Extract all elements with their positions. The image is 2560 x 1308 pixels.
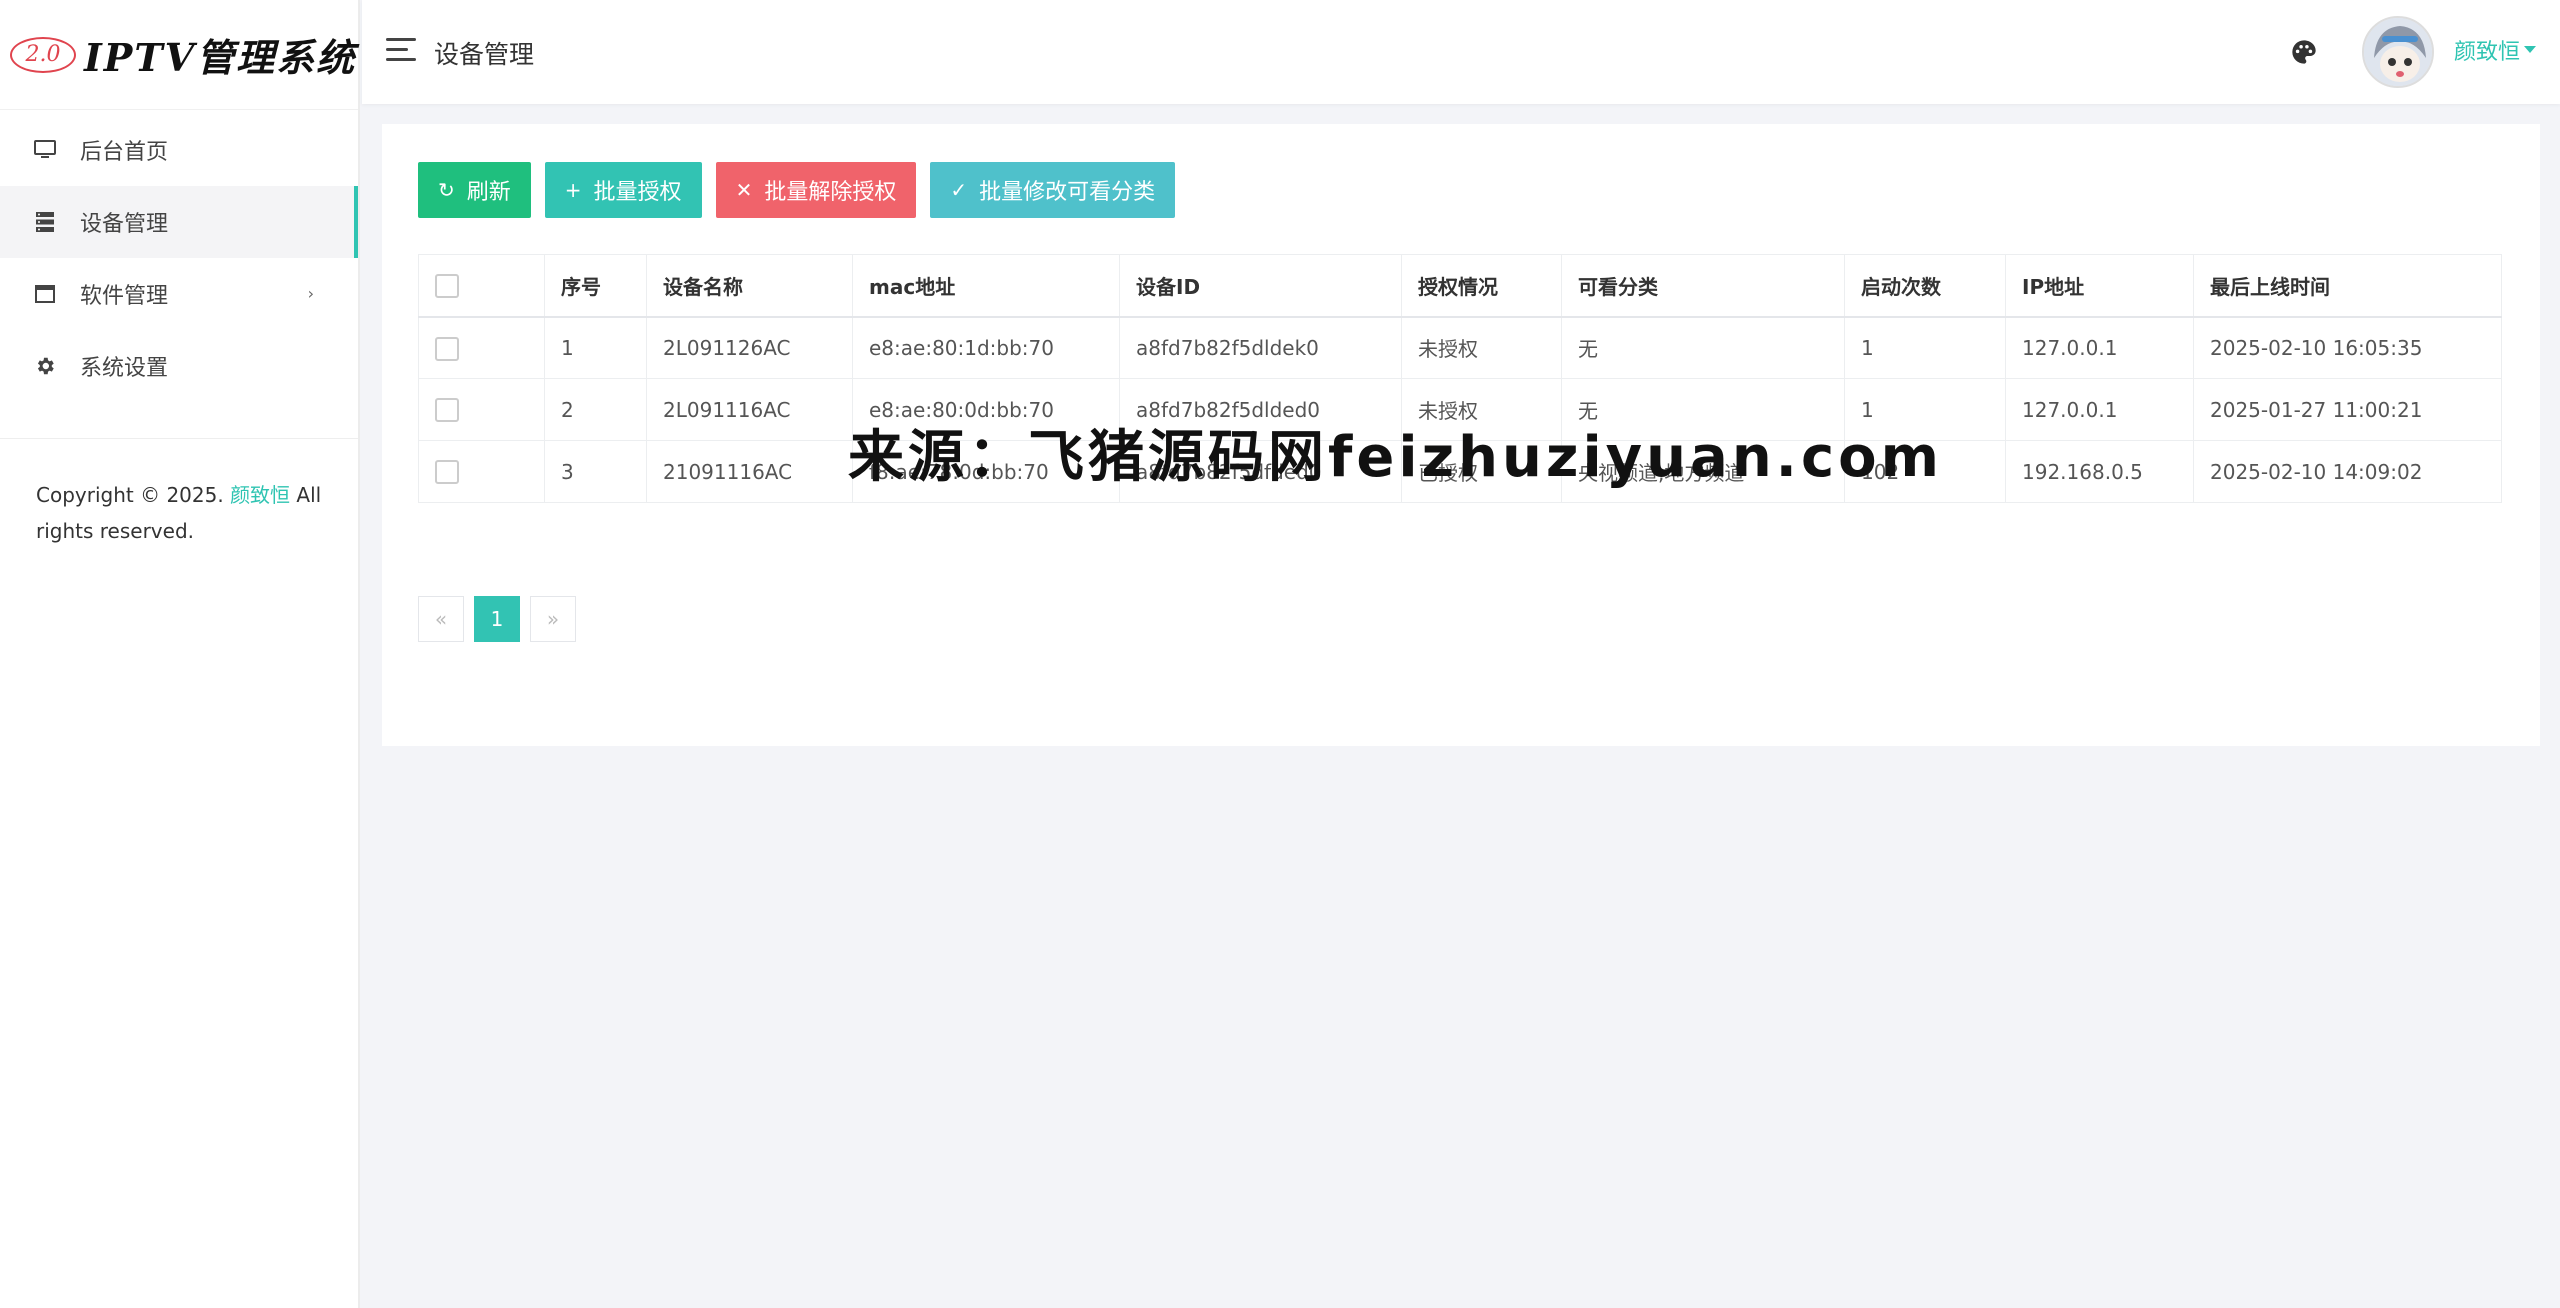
pagination: « 1 » bbox=[418, 596, 586, 642]
prev-page-button[interactable]: « bbox=[418, 596, 464, 642]
toolbar: ↻ 刷新 + 批量授权 ✕ 批量解除授权 ✓ 批量修改可看分类 bbox=[418, 162, 1189, 218]
col-last-online[interactable]: 最后上线时间 bbox=[2193, 254, 2502, 318]
row-checkbox[interactable] bbox=[435, 460, 459, 485]
cell-index: 2 bbox=[544, 378, 647, 441]
caret-down-icon[interactable] bbox=[2524, 46, 2536, 53]
check-icon: ✓ bbox=[950, 178, 968, 202]
logo[interactable]: 2.0 IPTV管理系统 bbox=[0, 0, 358, 110]
sidebar: 2.0 IPTV管理系统 后台首页 设备管理 软件管理 › 系统设置 Copyr… bbox=[0, 0, 360, 1308]
select-all-cell bbox=[418, 254, 545, 318]
col-device-id[interactable]: 设备ID bbox=[1119, 254, 1402, 318]
sidebar-item-label: 软件管理 bbox=[80, 284, 169, 309]
sidebar-item-settings[interactable]: 系统设置 bbox=[0, 330, 358, 402]
watermark: 来源：飞猪源码网feizhuziyuan.com bbox=[848, 425, 1943, 490]
col-ip[interactable]: IP地址 bbox=[2005, 254, 2194, 318]
avatar[interactable] bbox=[2362, 16, 2434, 88]
username-dropdown[interactable]: 颜致恒 bbox=[2454, 34, 2520, 66]
col-index[interactable]: 序号 bbox=[544, 254, 647, 318]
cell-last-online: 2025-01-27 11:00:21 bbox=[2193, 378, 2502, 441]
col-device-name[interactable]: 设备名称 bbox=[646, 254, 853, 318]
cell-device-id: a8fd7b82f5dldek0 bbox=[1119, 316, 1402, 379]
batch-revoke-button[interactable]: ✕ 批量解除授权 bbox=[715, 162, 917, 218]
cell-category: 无 bbox=[1561, 316, 1845, 379]
page-title: 设备管理 bbox=[434, 40, 535, 69]
cell-mac: e8:ae:80:1d:bb:70 bbox=[852, 316, 1120, 379]
row-checkbox[interactable] bbox=[435, 336, 459, 361]
cell-ip: 127.0.0.1 bbox=[2005, 316, 2194, 379]
batch-authorize-button[interactable]: + 批量授权 bbox=[544, 162, 702, 218]
plus-icon: + bbox=[564, 178, 582, 202]
select-all-checkbox[interactable] bbox=[435, 274, 459, 298]
batch-edit-category-button[interactable]: ✓ 批量修改可看分类 bbox=[930, 162, 1176, 218]
version-badge: 2.0 bbox=[10, 36, 76, 73]
copyright-author-link[interactable]: 颜致恒 bbox=[230, 483, 290, 507]
col-mac[interactable]: mac地址 bbox=[852, 254, 1120, 318]
cell-device-name: 2L091116AC bbox=[646, 378, 853, 441]
cell-ip: 127.0.0.1 bbox=[2005, 378, 2194, 441]
cell-last-online: 2025-02-10 16:05:35 bbox=[2193, 316, 2502, 379]
sidebar-item-devices[interactable]: 设备管理 bbox=[0, 186, 358, 258]
refresh-icon: ↻ bbox=[438, 178, 455, 202]
sidebar-item-software[interactable]: 软件管理 › bbox=[0, 258, 358, 330]
monitor-icon bbox=[34, 139, 56, 161]
cell-index: 3 bbox=[544, 440, 647, 503]
cell-last-online: 2025-02-10 14:09:02 bbox=[2193, 440, 2502, 503]
page-1-button[interactable]: 1 bbox=[474, 596, 520, 642]
server-icon bbox=[34, 211, 56, 233]
table-header-row: 序号 设备名称 mac地址 设备ID 授权情况 可看分类 启动次数 IP地址 最… bbox=[418, 254, 2502, 318]
col-launch-count[interactable]: 启动次数 bbox=[1844, 254, 2006, 318]
menu-toggle-icon[interactable] bbox=[386, 38, 416, 64]
col-category[interactable]: 可看分类 bbox=[1561, 254, 1845, 318]
sidebar-nav: 后台首页 设备管理 软件管理 › 系统设置 bbox=[0, 114, 358, 402]
gear-icon bbox=[34, 355, 56, 377]
sidebar-item-label: 后台首页 bbox=[80, 140, 169, 165]
copyright: Copyright © 2025. 颜致恒 All rights reserve… bbox=[36, 483, 322, 543]
cell-index: 1 bbox=[544, 316, 647, 379]
refresh-button[interactable]: ↻ 刷新 bbox=[418, 162, 531, 218]
table-row[interactable]: 1 2L091126AC e8:ae:80:1d:bb:70 a8fd7b82f… bbox=[418, 316, 2502, 379]
close-icon: ✕ bbox=[735, 178, 753, 202]
cell-auth-status: 未授权 bbox=[1401, 316, 1562, 379]
cell-launch-count: 1 bbox=[1844, 316, 2006, 379]
sidebar-item-dashboard[interactable]: 后台首页 bbox=[0, 114, 358, 186]
top-header: 设备管理 颜致恒 bbox=[362, 0, 2560, 104]
app-title: IPTV管理系统 bbox=[84, 35, 357, 80]
next-page-button[interactable]: » bbox=[530, 596, 576, 642]
sidebar-item-label: 设备管理 bbox=[80, 212, 169, 237]
cell-device-name: 2L091126AC bbox=[646, 316, 853, 379]
chevron-right-icon: › bbox=[307, 284, 314, 303]
row-checkbox[interactable] bbox=[435, 398, 459, 423]
sidebar-item-label: 系统设置 bbox=[80, 356, 169, 381]
palette-icon[interactable] bbox=[2290, 38, 2318, 66]
window-icon bbox=[34, 283, 56, 305]
cell-device-name: 21091116AC bbox=[646, 440, 853, 503]
col-auth-status[interactable]: 授权情况 bbox=[1401, 254, 1562, 318]
cell-ip: 192.168.0.5 bbox=[2005, 440, 2194, 503]
